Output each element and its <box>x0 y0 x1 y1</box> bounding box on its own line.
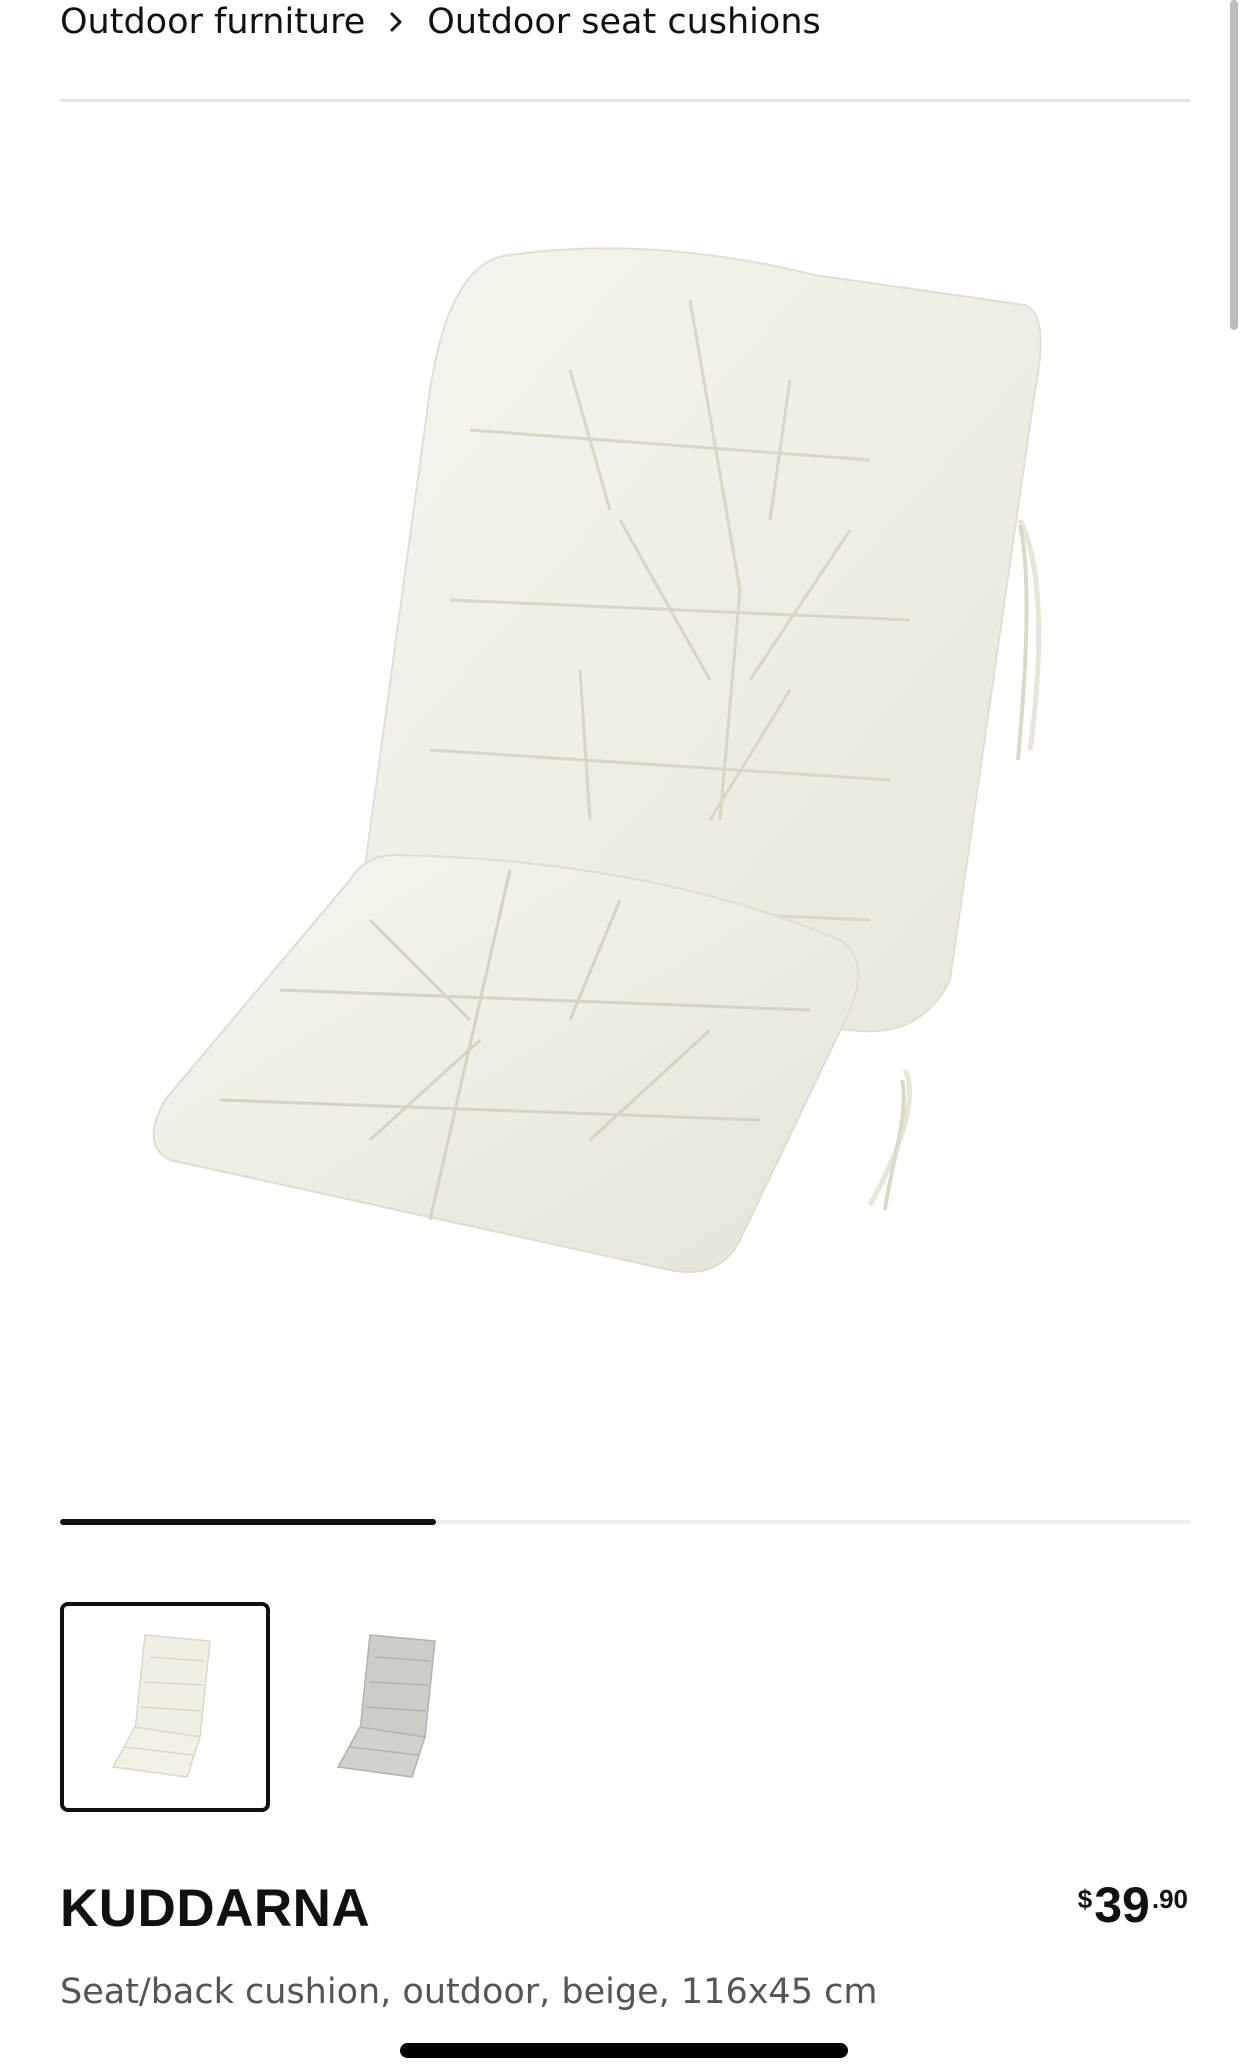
product-price: $ 39 .90 <box>1078 1880 1188 1930</box>
thumbnail-grey[interactable] <box>285 1602 495 1812</box>
product-image[interactable] <box>150 220 1090 1480</box>
price-decimal: .90 <box>1151 1884 1188 1914</box>
beige-cushion-thumbnail-icon <box>111 1634 211 1778</box>
breadcrumb-outdoor-seat-cushions[interactable]: Outdoor seat cushions <box>427 2 820 42</box>
product-description: Seat/back cushion, outdoor, beige, 116x4… <box>60 1972 878 2012</box>
scroll-indicator[interactable] <box>1230 0 1238 330</box>
thumbnail-beige[interactable] <box>60 1602 270 1812</box>
price-whole: 39 <box>1094 1877 1150 1933</box>
chevron-right-icon <box>389 11 403 33</box>
price-currency: $ <box>1077 1884 1093 1914</box>
divider <box>60 99 1190 102</box>
gallery-progress-fill <box>60 1519 437 1525</box>
gallery-progress-track <box>60 1519 1190 1525</box>
grey-cushion-thumbnail-icon <box>336 1634 436 1778</box>
product-name: KUDDARNA <box>60 1879 371 1938</box>
home-indicator[interactable] <box>400 2043 848 2058</box>
breadcrumb-outdoor-furniture[interactable]: Outdoor furniture <box>60 2 365 42</box>
breadcrumb: Outdoor furniture Outdoor seat cushions <box>60 0 821 44</box>
